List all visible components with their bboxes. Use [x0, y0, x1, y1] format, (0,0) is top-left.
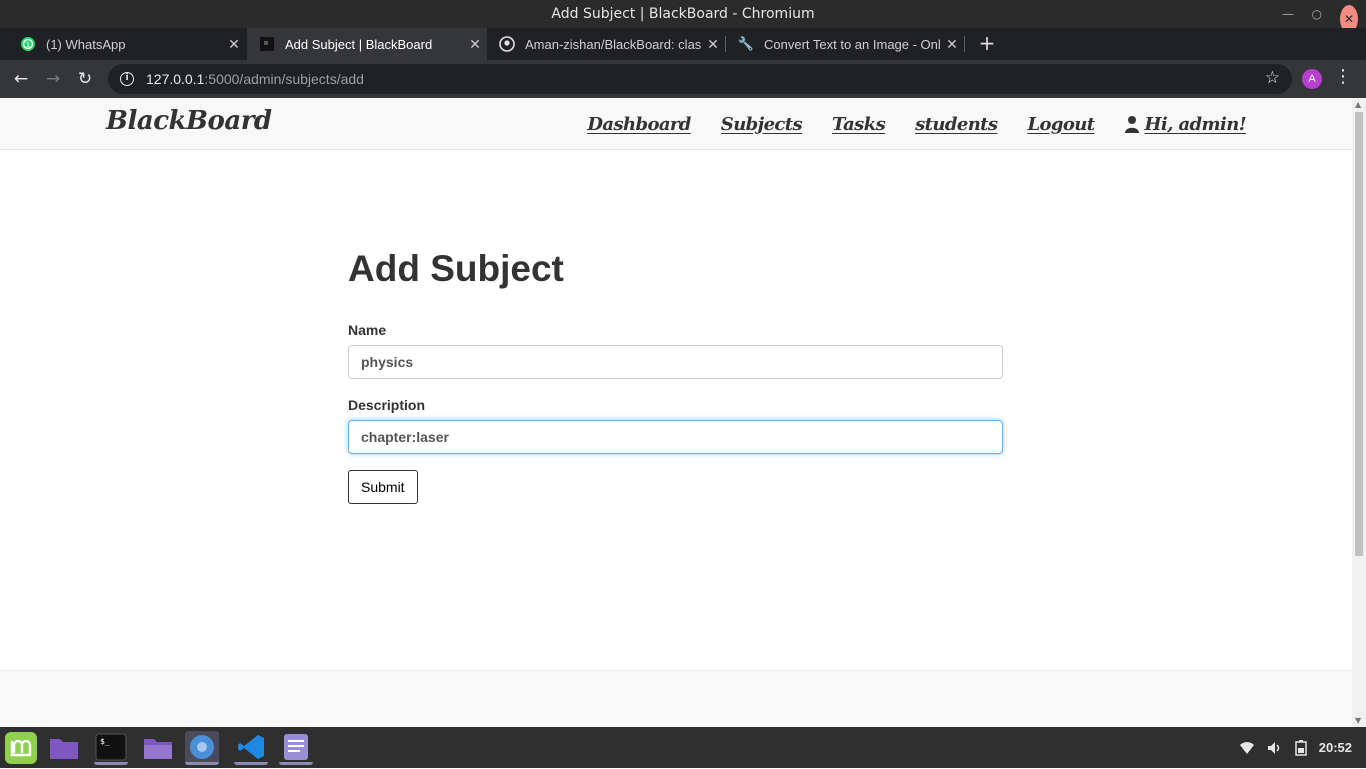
svg-text:1: 1 [26, 41, 30, 49]
tab-close-icon[interactable]: ✕ [701, 36, 725, 53]
wrench-icon: 🔧 [737, 36, 755, 51]
wifi-icon[interactable] [1239, 741, 1255, 755]
window-titlebar: Add Subject | BlackBoard - Chromium — ○ … [0, 0, 1366, 33]
new-tab-button[interactable]: + [975, 28, 999, 60]
document-icon [284, 734, 308, 760]
nav-user-label: Hi, admin! [1144, 113, 1247, 135]
user-icon [1124, 116, 1139, 133]
address-bar[interactable]: i 127.0.0.1:5000/admin/subjects/add ☆ [108, 64, 1292, 94]
maximize-button[interactable]: ○ [1312, 0, 1322, 28]
add-subject-form: Add Subject Name Description Submit [348, 248, 1003, 504]
site-navbar: BlackBoard Dashboard Subjects Tasks stud… [0, 98, 1352, 150]
volume-icon[interactable] [1267, 741, 1283, 755]
submit-button[interactable]: Submit [348, 470, 418, 504]
nav-logout[interactable]: Logout [1027, 114, 1095, 135]
browser-menu-icon[interactable]: ⋮ [1334, 66, 1352, 87]
svg-text:$_: $_ [100, 737, 110, 746]
url-host: 127.0.0.1 [146, 71, 205, 87]
system-tray: 20:52 [1239, 727, 1366, 768]
forward-button[interactable]: → [40, 66, 66, 92]
back-button[interactable]: ← [8, 66, 34, 92]
name-input[interactable] [348, 345, 1003, 379]
scroll-thumb[interactable] [1355, 112, 1363, 556]
arrow-left-icon: ← [13, 69, 29, 89]
reload-button[interactable]: ↻ [72, 66, 98, 92]
nav-subjects[interactable]: Subjects [721, 114, 803, 135]
mint-logo-icon [5, 732, 37, 764]
arrow-right-icon: → [45, 69, 61, 89]
page-title: Add Subject [348, 248, 564, 289]
taskbar-text-editor[interactable] [279, 731, 313, 765]
os-taskbar: $_ 20:52 [0, 727, 1366, 768]
nav-links: Dashboard Subjects Tasks students Logout… [587, 98, 1246, 150]
tab-convert-text[interactable]: 🔧 Convert Text to an Image - Onli ✕ [726, 28, 964, 60]
chromium-icon [190, 735, 214, 759]
tab-separator [964, 36, 965, 52]
tab-title: (1) WhatsApp [46, 36, 126, 52]
clock[interactable]: 20:52 [1319, 740, 1352, 755]
tab-title: Add Subject | BlackBoard [285, 36, 433, 52]
tab-github[interactable]: Aman-zishan/BlackBoard: class ✕ [487, 28, 725, 60]
minimize-icon: — [1282, 7, 1294, 21]
profile-avatar[interactable]: A [1302, 69, 1322, 89]
maximize-icon: ○ [1311, 7, 1322, 21]
page-footer [0, 670, 1352, 727]
page-scrollbar[interactable]: ▲ ▼ [1352, 98, 1366, 727]
blackboard-favicon [259, 36, 275, 52]
tab-close-icon[interactable]: ✕ [222, 36, 246, 53]
reload-icon: ↻ [77, 69, 93, 89]
taskbar-chromium[interactable] [185, 731, 219, 765]
page-viewport: BlackBoard Dashboard Subjects Tasks stud… [0, 98, 1352, 727]
vscode-icon [238, 735, 264, 759]
nav-tasks[interactable]: Tasks [832, 114, 886, 135]
scroll-down-icon[interactable]: ▼ [1355, 716, 1361, 725]
folder-icon [50, 739, 78, 759]
nav-user[interactable]: Hi, admin! [1124, 113, 1247, 135]
nav-students[interactable]: students [915, 114, 998, 135]
scroll-up-icon[interactable]: ▲ [1355, 100, 1361, 109]
taskbar-files-2[interactable] [141, 731, 175, 765]
folder-icon [144, 739, 172, 759]
tab-title: Convert Text to an Image - Onli [764, 36, 940, 52]
tab-strip: 1 (1) WhatsApp ✕ Add Subject | BlackBoar… [0, 28, 1366, 60]
url-path: :5000/admin/subjects/add [204, 71, 364, 87]
tab-close-icon[interactable]: ✕ [463, 36, 487, 53]
taskbar-files-1[interactable] [47, 731, 81, 765]
taskbar-terminal[interactable]: $_ [94, 731, 128, 765]
plus-icon: + [978, 31, 996, 55]
github-icon [499, 36, 515, 52]
description-label: Description [348, 397, 426, 413]
site-brand[interactable]: BlackBoard [106, 106, 272, 136]
browser-toolbar: ← → ↻ i 127.0.0.1:5000/admin/subjects/ad… [0, 60, 1366, 98]
info-icon[interactable]: i [120, 72, 134, 86]
minimize-button[interactable]: — [1282, 0, 1294, 28]
mint-menu-button[interactable] [4, 731, 38, 765]
battery-icon[interactable] [1295, 739, 1307, 756]
whatsapp-icon: 1 [20, 36, 36, 52]
bookmark-star-icon[interactable]: ☆ [1265, 68, 1280, 88]
name-label: Name [348, 322, 387, 338]
tab-title: Aman-zishan/BlackBoard: class [525, 36, 701, 52]
terminal-icon: $_ [95, 733, 127, 761]
window-title: Add Subject | BlackBoard - Chromium [551, 6, 815, 22]
tab-close-icon[interactable]: ✕ [940, 36, 964, 53]
taskbar-vscode[interactable] [234, 731, 268, 765]
nav-dashboard[interactable]: Dashboard [587, 114, 691, 135]
tab-add-subject[interactable]: Add Subject | BlackBoard ✕ [247, 28, 487, 60]
description-input[interactable] [348, 420, 1003, 454]
tab-whatsapp[interactable]: 1 (1) WhatsApp ✕ [8, 28, 246, 60]
url-text: 127.0.0.1:5000/admin/subjects/add [146, 71, 364, 87]
